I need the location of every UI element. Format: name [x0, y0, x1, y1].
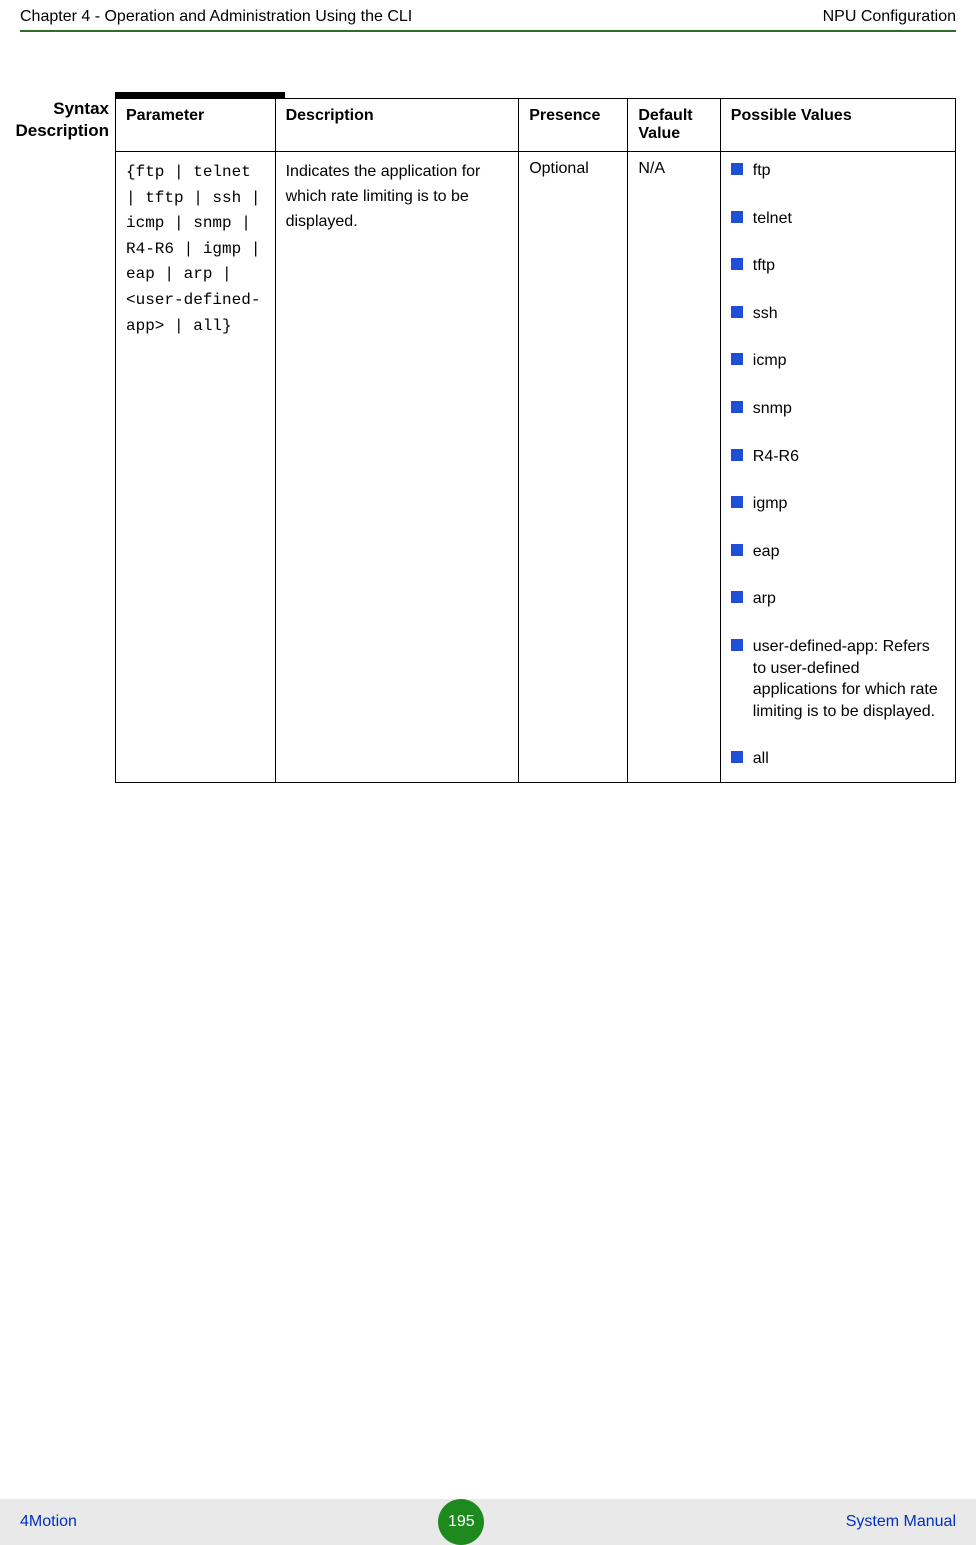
side-label-line2: Description — [0, 120, 109, 142]
pv-text: ssh — [753, 305, 778, 322]
cell-possible-values: ftp telnet tftp ssh icmp snmp R4-R6 igmp… — [720, 152, 955, 783]
header-left: Chapter 4 - Operation and Administration… — [20, 8, 412, 26]
pv-text: ftp — [753, 162, 771, 179]
side-label-line1: Syntax — [0, 98, 109, 120]
bullet-icon — [731, 496, 743, 508]
pv-text: icmp — [753, 352, 787, 369]
cell-parameter: {ftp | telnet | tftp | ssh | icmp | snmp… — [116, 152, 276, 783]
bullet-icon — [731, 306, 743, 318]
table-header-row: Parameter Description Presence Default V… — [116, 99, 956, 152]
list-item: arp — [731, 588, 945, 610]
pv-text: R4-R6 — [753, 448, 799, 465]
list-item: snmp — [731, 398, 945, 420]
col-default-value: Default Value — [628, 99, 720, 152]
list-item: telnet — [731, 208, 945, 230]
list-item: icmp — [731, 350, 945, 372]
pv-text: telnet — [753, 210, 792, 227]
page-number-badge: 195 — [438, 1499, 484, 1545]
header-right: NPU Configuration — [823, 8, 956, 26]
cell-presence: Optional — [519, 152, 628, 783]
list-item: user-defined-app: Refers to user-defined… — [731, 636, 945, 722]
col-description: Description — [275, 99, 519, 152]
pv-text: user-defined-app: Refers to user-defined… — [753, 638, 938, 720]
list-item: all — [731, 748, 945, 770]
syntax-table: Parameter Description Presence Default V… — [115, 98, 956, 783]
table-row: {ftp | telnet | tftp | ssh | icmp | snmp… — [116, 152, 956, 783]
page-footer: 4Motion 195 System Manual — [0, 1499, 976, 1545]
possible-values-list: ftp telnet tftp ssh icmp snmp R4-R6 igmp… — [731, 160, 945, 770]
col-parameter: Parameter — [116, 99, 276, 152]
list-item: R4-R6 — [731, 446, 945, 468]
pv-text: eap — [753, 543, 780, 560]
footer-left: 4Motion — [20, 1513, 77, 1531]
pv-text: arp — [753, 590, 776, 607]
table-container: Parameter Description Presence Default V… — [115, 92, 976, 783]
col-presence: Presence — [519, 99, 628, 152]
col-possible-values: Possible Values — [720, 99, 955, 152]
pv-text: igmp — [753, 495, 788, 512]
bullet-icon — [731, 163, 743, 175]
list-item: ftp — [731, 160, 945, 182]
bullet-icon — [731, 639, 743, 651]
list-item: eap — [731, 541, 945, 563]
list-item: tftp — [731, 255, 945, 277]
bullet-icon — [731, 353, 743, 365]
content-area: Syntax Description Parameter Description… — [0, 32, 976, 783]
page-header: Chapter 4 - Operation and Administration… — [0, 0, 976, 30]
footer-right: System Manual — [846, 1513, 956, 1531]
bullet-icon — [731, 544, 743, 556]
cell-description: Indicates the application for which rate… — [275, 152, 519, 783]
bullet-icon — [731, 751, 743, 763]
list-item: ssh — [731, 303, 945, 325]
bullet-icon — [731, 401, 743, 413]
bullet-icon — [731, 211, 743, 223]
pv-text: snmp — [753, 400, 792, 417]
bullet-icon — [731, 258, 743, 270]
page-number: 195 — [448, 1513, 475, 1531]
list-item: igmp — [731, 493, 945, 515]
pv-text: all — [753, 750, 769, 767]
cell-default-value: N/A — [628, 152, 720, 783]
syntax-description-label: Syntax Description — [0, 92, 115, 783]
bullet-icon — [731, 449, 743, 461]
pv-text: tftp — [753, 257, 775, 274]
bullet-icon — [731, 591, 743, 603]
